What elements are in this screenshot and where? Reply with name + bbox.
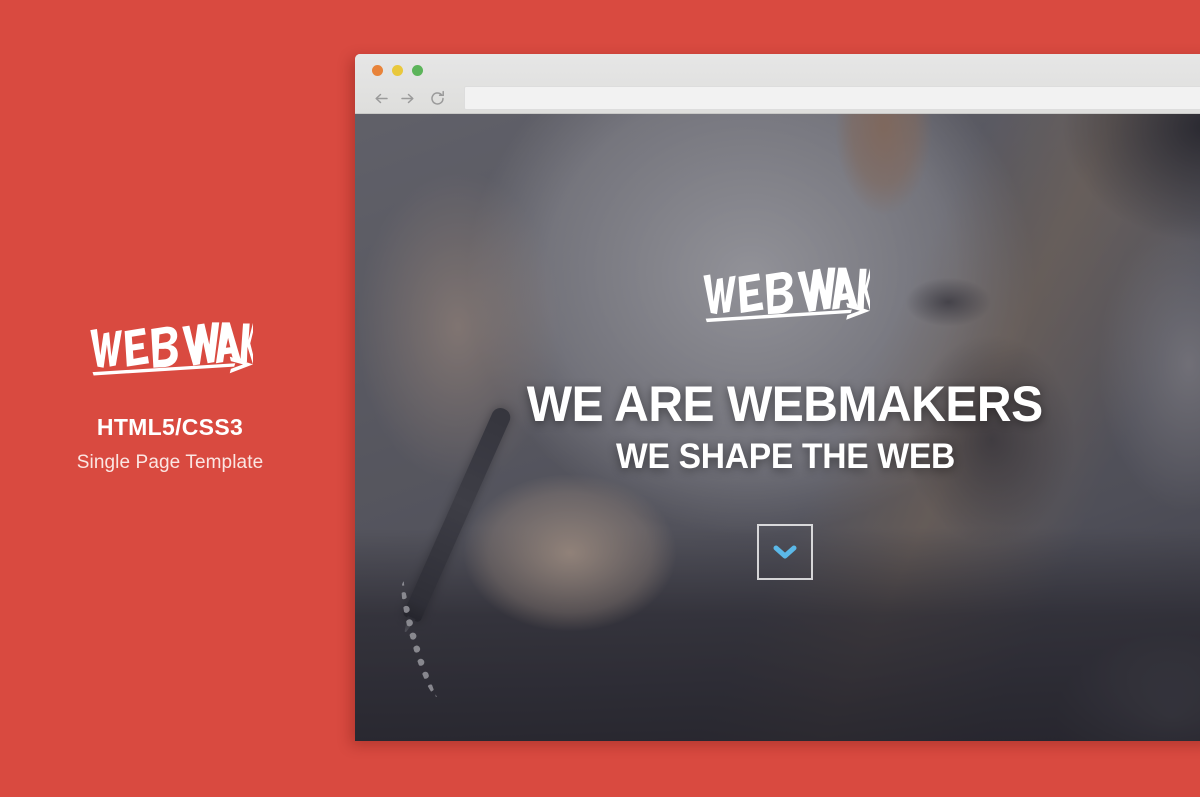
- promo-subtitle: Single Page Template: [76, 452, 264, 474]
- promo-title: HTML5/CSS3: [96, 413, 244, 440]
- hero-headline: WE ARE WEBMAKERS: [527, 376, 1043, 432]
- promo-panel: HTML5/CSS3 Single Page Template: [0, 0, 340, 797]
- hero-subheadline: WE SHAPE THE WEB: [615, 437, 955, 476]
- minimize-window-button[interactable]: [392, 65, 403, 76]
- site-hero-viewport: WE ARE WEBMAKERS WE SHAPE THE WEB: [355, 114, 1200, 741]
- chevron-down-icon: [773, 544, 797, 560]
- hero-content: WE ARE WEBMAKERS WE SHAPE THE WEB: [355, 114, 1200, 741]
- browser-window: WE ARE WEBMAKERS WE SHAPE THE WEB: [355, 54, 1200, 741]
- browser-chrome: [355, 54, 1200, 114]
- back-arrow-icon[interactable]: [368, 86, 394, 110]
- traffic-lights: [372, 65, 423, 76]
- hero-webmakers-logo: [703, 267, 870, 323]
- address-bar[interactable]: [464, 86, 1200, 110]
- reload-icon[interactable]: [424, 86, 450, 110]
- webmakers-logo: [90, 322, 253, 376]
- close-window-button[interactable]: [372, 65, 383, 76]
- browser-toolbar: [368, 84, 1200, 112]
- forward-arrow-icon[interactable]: [394, 86, 420, 110]
- scroll-down-button[interactable]: [757, 524, 813, 580]
- zoom-window-button[interactable]: [412, 65, 423, 76]
